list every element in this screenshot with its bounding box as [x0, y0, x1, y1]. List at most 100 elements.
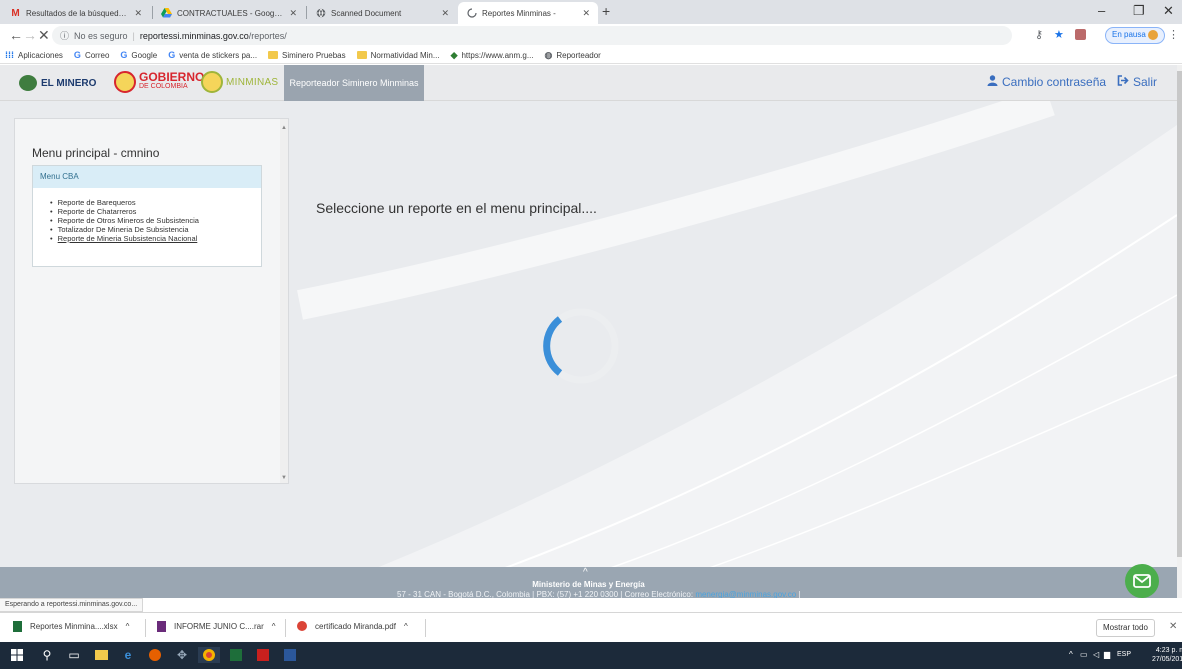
download-separator	[425, 619, 426, 637]
footer-address-text: 57 - 31 CAN - Bogotá D.C., Colombia | PB…	[397, 590, 694, 598]
folder-icon	[356, 51, 367, 59]
chevron-up-icon[interactable]: ^	[272, 622, 276, 631]
scroll-down-icon[interactable]: ▼	[281, 475, 287, 481]
bookmark-correo[interactable]: G Correo	[74, 50, 109, 60]
tab-close-icon[interactable]: ✕	[289, 8, 297, 19]
task-view-icon[interactable]: ▭	[66, 647, 82, 663]
bookmark-reporteador[interactable]: ◍ Reporteador	[545, 50, 601, 61]
footer-title: Ministerio de Minas y Energía	[532, 580, 645, 589]
browser-tab-drive[interactable]: CONTRACTUALES - Google Drive ✕	[153, 2, 305, 24]
google-icon: G	[73, 50, 81, 60]
url-path: /reportes/	[248, 30, 287, 41]
search-icon[interactable]: ⚲	[39, 647, 55, 663]
address-divider: |	[132, 30, 135, 41]
bookmark-apps[interactable]: ⁞⁞⁞ Aplicaciones	[5, 50, 63, 60]
coat-of-arms-icon	[201, 71, 223, 93]
bookmark-anm[interactable]: ◆ https://www.anm.g...	[451, 50, 534, 61]
back-button[interactable]: ←	[9, 27, 23, 43]
bookmark-google[interactable]: G Google	[120, 50, 157, 60]
minminas-logo-text: MINMINAS	[226, 76, 279, 88]
key-icon[interactable]: ⚷	[1035, 28, 1043, 41]
change-password-link[interactable]: Cambio contraseña	[987, 75, 1106, 89]
system-clock[interactable]: 4:23 p. m. 27/05/2019	[1152, 646, 1182, 664]
chrome-menu-icon[interactable]: ⋮	[1168, 28, 1179, 41]
logout-label: Salir	[1133, 75, 1158, 89]
scroll-up-icon[interactable]: ▲	[281, 125, 287, 131]
download-label: certificado Miranda.pdf	[315, 621, 396, 631]
close-window-button[interactable]: ✕	[1163, 3, 1174, 19]
bookmark-normatividad[interactable]: Normatividad Min...	[356, 51, 440, 60]
avatar-icon	[1148, 30, 1159, 40]
info-icon[interactable]: ⓘ	[60, 29, 69, 42]
file-explorer-icon[interactable]	[93, 647, 109, 663]
menu-item-otros-mineros[interactable]: Reporte de Otros Mineros de Subsistencia	[50, 216, 261, 225]
new-tab-button[interactable]: +	[602, 3, 610, 19]
show-all-downloads-button[interactable]: Mostrar todo	[1096, 619, 1155, 637]
profile-paused-button[interactable]: En pausa	[1105, 27, 1166, 44]
logout-link[interactable]: Salir	[1117, 75, 1157, 89]
bookmark-stickers[interactable]: Gventa de stickers pa...	[168, 50, 257, 60]
footer-email-link[interactable]: menergia@minminas.gov.co	[695, 590, 796, 598]
bookmark-siminero[interactable]: Siminero Pruebas	[268, 51, 346, 60]
firefox-icon[interactable]	[147, 647, 163, 663]
menu-section-header[interactable]: Menu CBA	[33, 166, 261, 188]
excel-icon	[13, 621, 22, 632]
nav-reporteador[interactable]: Reporteador Siminero Minminas	[284, 65, 424, 101]
excel-taskbar-icon[interactable]	[228, 647, 244, 663]
menu-cba-box: Menu CBA Reporte de Barequeros Reporte d…	[32, 165, 262, 267]
forward-button[interactable]: →	[23, 27, 37, 43]
chevron-up-icon[interactable]: ^	[404, 622, 408, 631]
google-icon: G	[168, 50, 176, 60]
volume-icon[interactable]: ◁	[1093, 650, 1099, 659]
edge-icon[interactable]: e	[120, 647, 136, 663]
chrome-icon[interactable]	[198, 647, 220, 663]
download-label: Reportes Minmina....xlsx	[30, 622, 118, 631]
page-scrollbar-thumb[interactable]	[1177, 71, 1182, 557]
minero-logo[interactable]: EL MINERO	[19, 75, 96, 91]
page-scrollbar[interactable]	[1177, 65, 1182, 598]
download-item-rar[interactable]: INFORME JUNIO C....rar ^	[157, 621, 276, 632]
download-item-pdf[interactable]: certificado Miranda.pdf ^	[297, 621, 408, 631]
menu-item-chatarreros[interactable]: Reporte de Chatarreros	[50, 207, 261, 216]
loading-spinner-icon	[543, 308, 619, 384]
menu-item-barequeros[interactable]: Reporte de Barequeros	[50, 198, 261, 207]
star-icon[interactable]: ★	[1054, 28, 1064, 41]
tab-label: Scanned Document	[331, 8, 402, 18]
browser-tab-reportes[interactable]: Reportes Minminas - ✕	[458, 2, 598, 24]
coat-of-arms-icon	[114, 71, 136, 93]
menu-item-totalizador[interactable]: Totalizador De Mineria De Subsistencia	[50, 225, 261, 234]
pause-label: En pausa	[1112, 30, 1146, 40]
extension-icon[interactable]	[1075, 29, 1086, 40]
address-input[interactable]: ⓘ No es seguro | reportessi.minminas.gov…	[52, 26, 1012, 45]
close-shelf-icon[interactable]: ✕	[1169, 621, 1177, 632]
stop-button[interactable]: ✕	[38, 27, 50, 44]
maximize-button[interactable]: ❐	[1133, 3, 1145, 19]
language-indicator[interactable]: ESP	[1117, 651, 1131, 658]
browser-tab-scanned[interactable]: Scanned Document ✕	[307, 2, 457, 24]
top-navbar: EL MINERO GOBIERNO DE COLOMBIA MINMINAS R…	[0, 65, 1177, 101]
user-icon	[987, 75, 998, 89]
tab-close-icon[interactable]: ✕	[582, 8, 590, 19]
menu-scrollbar[interactable]: ▲ ▼	[280, 119, 288, 483]
contact-mail-button[interactable]	[1125, 564, 1159, 598]
download-item-xlsx[interactable]: Reportes Minmina....xlsx ^	[13, 621, 129, 632]
tray-chevron-icon[interactable]: ^	[1069, 650, 1073, 659]
tab-close-icon[interactable]: ✕	[134, 8, 142, 19]
network-icon[interactable]: ▭	[1080, 650, 1088, 659]
windows-start-icon[interactable]	[9, 647, 25, 663]
tab-close-icon[interactable]: ✕	[441, 8, 449, 19]
bookmark-label: Aplicaciones	[18, 50, 63, 60]
menu-item-nacional[interactable]: Reporte de Mineria Subsistencia Nacional	[50, 234, 261, 243]
browser-tab-gmail[interactable]: M Resultados de la búsqueda - cmnino ✕	[2, 2, 150, 24]
chevron-up-icon[interactable]: ^	[583, 567, 588, 578]
notification-icon[interactable]: ▆	[1104, 650, 1110, 659]
minimize-button[interactable]: –	[1098, 3, 1105, 18]
gmail-icon: M	[11, 7, 20, 19]
download-separator	[285, 619, 286, 637]
acrobat-icon[interactable]	[255, 647, 271, 663]
app-icon[interactable]: ✥	[174, 647, 190, 663]
chevron-up-icon[interactable]: ^	[126, 622, 130, 631]
status-bubble: Esperando a reportessi.minminas.gov.co..…	[0, 598, 144, 612]
page-footer: ^ Ministerio de Minas y Energía 57 - 31 …	[0, 567, 1177, 598]
word-icon[interactable]	[282, 647, 298, 663]
